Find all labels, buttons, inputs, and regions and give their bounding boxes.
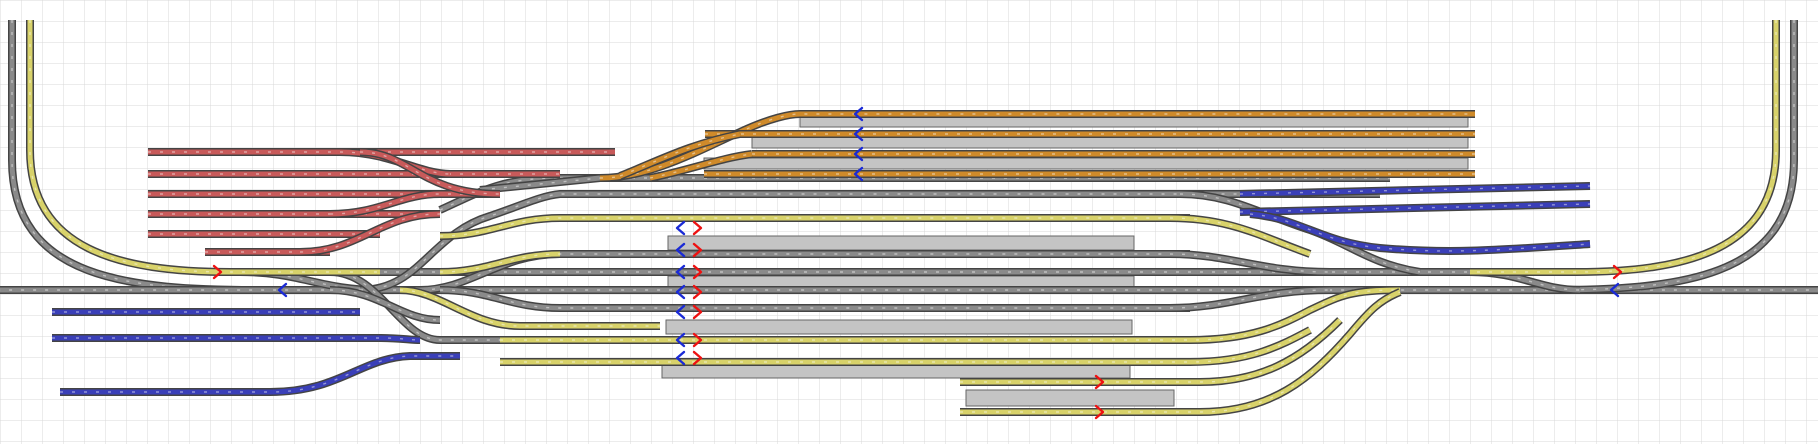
track-plan-svg[interactable] <box>0 0 1818 444</box>
platform-8[interactable] <box>965 389 1175 407</box>
platform-3[interactable] <box>703 157 1469 170</box>
platform-4[interactable] <box>667 235 1135 251</box>
platform-7[interactable] <box>661 363 1131 379</box>
track-plan-canvas[interactable] <box>0 0 1818 444</box>
platform-6[interactable] <box>665 319 1133 335</box>
